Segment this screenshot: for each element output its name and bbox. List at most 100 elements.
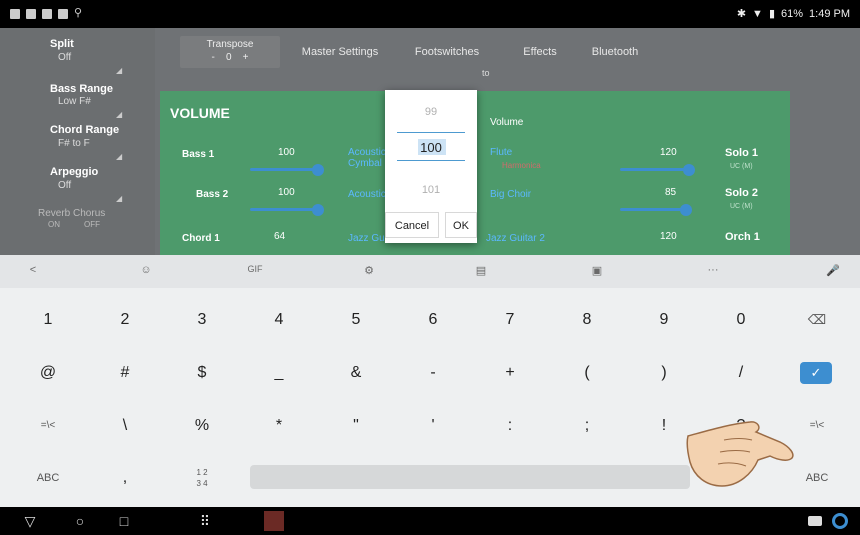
back-icon[interactable]: ▽ (18, 513, 42, 530)
collapse-icon[interactable]: < (18, 264, 48, 276)
jazz-guitar2-instrument[interactable]: Jazz Guitar 2 (486, 233, 545, 244)
key-numpad[interactable]: 1 2 3 4 (165, 455, 239, 501)
reverb-on-label[interactable]: ON (48, 220, 60, 229)
keyboard-icon[interactable] (808, 516, 822, 526)
battery-icon: ▮ (768, 8, 775, 20)
big-choir-instrument[interactable]: Big Choir (490, 189, 531, 200)
chord-range-value[interactable]: F# to F (58, 138, 90, 149)
flute-slider-knob[interactable] (683, 164, 695, 176)
key-8[interactable]: 8 (550, 297, 624, 343)
solo1-label[interactable]: Solo 1 (725, 147, 758, 159)
arpeggio-label[interactable]: Arpeggio (50, 166, 98, 178)
transpose-plus[interactable]: + (243, 52, 249, 63)
chorus-off-label[interactable]: OFF (84, 220, 100, 229)
gif-icon[interactable]: GIF (240, 264, 270, 274)
key-open-paren[interactable]: ( (550, 350, 624, 396)
key-ampersand[interactable]: & (319, 350, 393, 396)
home-icon[interactable]: ○ (68, 513, 92, 529)
recents-icon[interactable]: □ (112, 513, 136, 529)
reverb-chorus-label: Reverb Chorus (38, 208, 106, 219)
emoji-icon[interactable]: ☺ (131, 264, 161, 276)
chord-range-label[interactable]: Chord Range (50, 124, 119, 136)
key-plus[interactable]: + (473, 350, 547, 396)
app-thumbnail-icon[interactable] (264, 511, 284, 531)
bass1-slider[interactable] (250, 168, 320, 171)
key-6[interactable]: 6 (396, 297, 470, 343)
key-0[interactable]: 0 (704, 297, 778, 343)
transpose-minus[interactable]: - (212, 52, 215, 63)
key-close-paren[interactable]: ) (627, 350, 701, 396)
key-5[interactable]: 5 (319, 297, 393, 343)
translate-icon[interactable]: ▤ (466, 264, 496, 277)
key-underscore[interactable]: _ (242, 350, 316, 396)
orch1-label[interactable]: Orch 1 (725, 231, 760, 243)
microphone-icon[interactable]: 🎤 (818, 264, 848, 277)
key-colon[interactable]: : (473, 403, 547, 449)
key-semicolon[interactable]: ; (550, 403, 624, 449)
key-slash[interactable]: / (704, 350, 778, 396)
dropdown-arrow-icon: ◢ (116, 66, 123, 75)
big-choir-slider-knob[interactable] (680, 204, 692, 216)
key-abc-left[interactable]: ABC (11, 455, 85, 501)
bass1-slider-knob[interactable] (312, 164, 324, 176)
key-dollar[interactable]: $ (165, 350, 239, 396)
picker-prev-value[interactable]: 99 (385, 106, 477, 118)
chord1-label[interactable]: Chord 1 (182, 233, 220, 244)
tab-effects[interactable]: Effects (515, 40, 565, 64)
apps-icon[interactable]: ⠿ (193, 513, 217, 530)
key-comma[interactable]: , (88, 455, 162, 501)
split-value[interactable]: Off (58, 52, 71, 63)
transpose-control[interactable]: Transpose - 0 + (180, 36, 280, 68)
bass2-label[interactable]: Bass 2 (196, 189, 228, 200)
key-9[interactable]: 9 (627, 297, 701, 343)
picker-next-value[interactable]: 101 (385, 184, 477, 196)
settings-icon[interactable]: ⚙ (354, 264, 384, 277)
bass2-instrument[interactable]: Acoustic (348, 189, 386, 200)
key-minus[interactable]: - (396, 350, 470, 396)
dropdown-arrow-icon: ◢ (116, 194, 123, 203)
cancel-button[interactable]: Cancel (385, 212, 439, 238)
assistant-icon[interactable] (832, 513, 848, 529)
flute-instrument[interactable]: Flute (490, 147, 512, 158)
key-single-quote[interactable]: ' (396, 403, 470, 449)
key-1[interactable]: 1 (11, 297, 85, 343)
key-hash[interactable]: # (88, 350, 162, 396)
done-key[interactable]: ✓ (800, 362, 832, 384)
key-4[interactable]: 4 (242, 297, 316, 343)
tab-master-settings[interactable]: Master Settings (300, 40, 380, 64)
transpose-stepper[interactable]: - 0 + (180, 52, 280, 63)
split-label[interactable]: Split (50, 38, 74, 50)
solo2-label[interactable]: Solo 2 (725, 187, 758, 199)
key-backslash[interactable]: \ (88, 403, 162, 449)
key-double-quote[interactable]: " (319, 403, 393, 449)
bass2-slider[interactable] (250, 208, 320, 211)
key-percent[interactable]: % (165, 403, 239, 449)
solo1-uc[interactable]: UC (M) (730, 163, 753, 170)
key-3[interactable]: 3 (165, 297, 239, 343)
tab-footswitches[interactable]: Footswitches (412, 40, 482, 64)
app-main: Split Off ◢ Bass Range Low F# ◢ Chord Ra… (0, 28, 860, 255)
key-7[interactable]: 7 (473, 297, 547, 343)
clipboard-icon[interactable]: ▣ (582, 264, 612, 277)
more-icon[interactable]: ··· (698, 264, 728, 276)
tab-bluetooth[interactable]: Bluetooth (585, 40, 645, 64)
clock: 1:49 PM (809, 7, 850, 20)
ok-button[interactable]: OK (445, 212, 477, 238)
bass1-instrument[interactable]: Acoustic Cymbal (348, 147, 388, 169)
flute-slider[interactable] (620, 168, 690, 171)
bass-range-value[interactable]: Low F# (58, 96, 91, 107)
bass1-label[interactable]: Bass 1 (182, 149, 214, 160)
volume-label: Volume (490, 117, 524, 128)
bass2-value: 100 (278, 187, 295, 198)
space-bar[interactable] (250, 465, 690, 489)
key-at[interactable]: @ (11, 350, 85, 396)
bass2-slider-knob[interactable] (312, 204, 324, 216)
backspace-icon[interactable]: ⌫ (780, 297, 854, 343)
arpeggio-value[interactable]: Off (58, 180, 71, 191)
bass-range-label[interactable]: Bass Range (50, 83, 113, 95)
picker-current-value[interactable]: 100 (385, 140, 477, 155)
key-2[interactable]: 2 (88, 297, 162, 343)
key-asterisk[interactable]: * (242, 403, 316, 449)
solo2-uc[interactable]: UC (M) (730, 203, 753, 210)
key-symbols-left[interactable]: =\< (11, 403, 85, 449)
